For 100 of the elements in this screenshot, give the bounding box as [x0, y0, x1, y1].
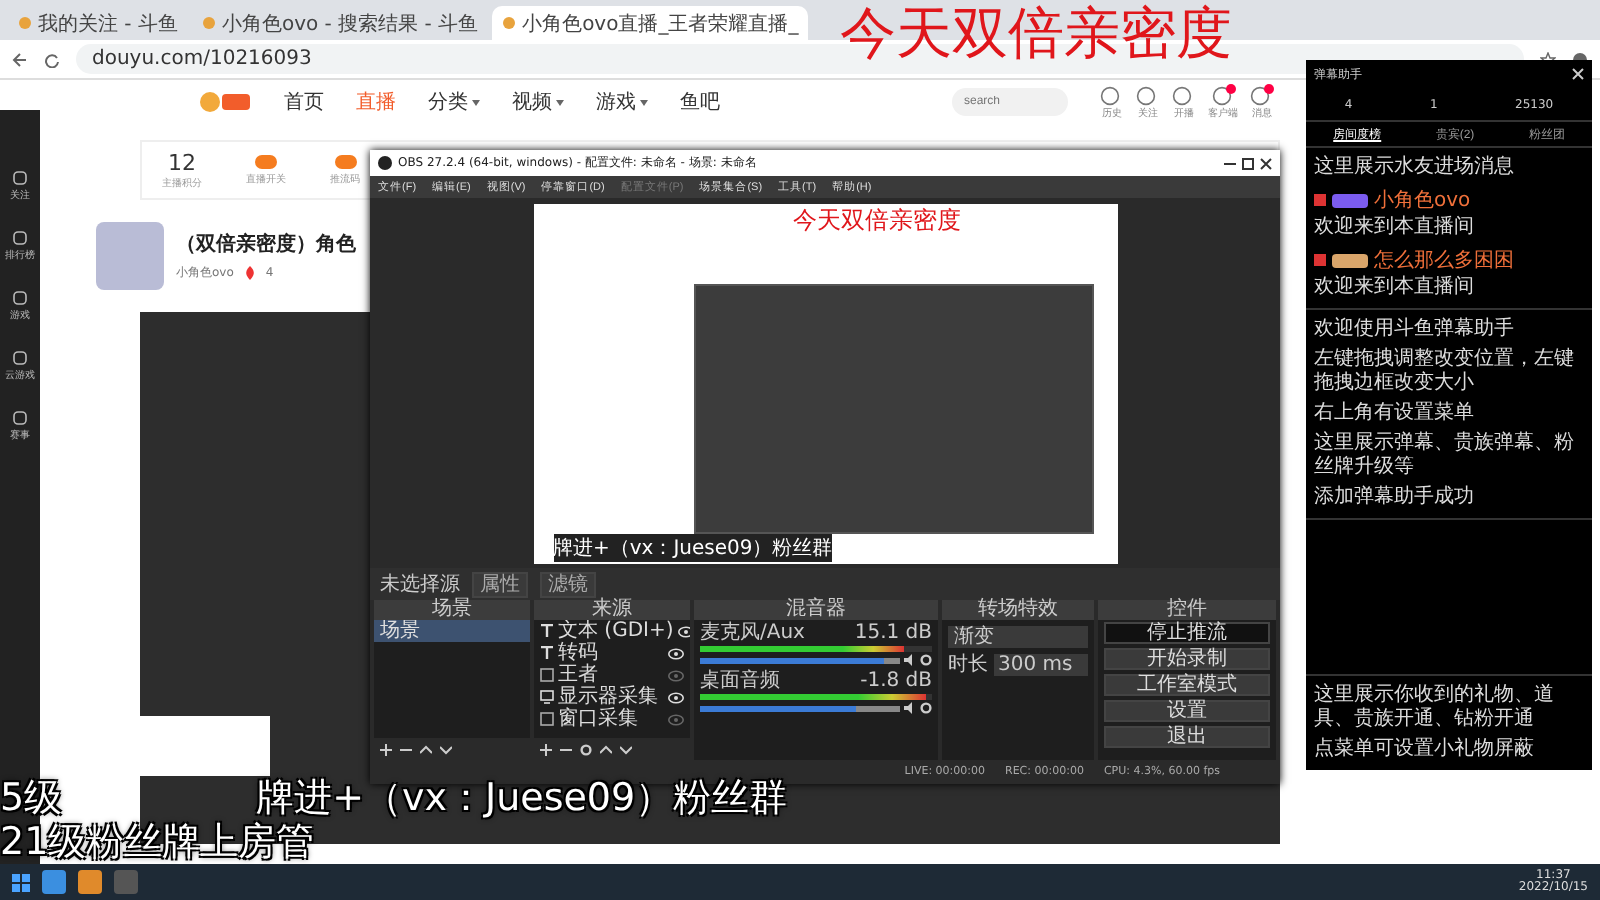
remove-icon: [560, 743, 572, 755]
nav-link[interactable]: 首页: [284, 88, 324, 116]
chat-line: 这里展示弹幕、贵族弹幕、粉丝牌升级等: [1314, 432, 1576, 480]
chat-line: 欢迎来到本直播间: [1314, 216, 1474, 240]
settings-icon: [580, 743, 592, 755]
browser-tab[interactable]: 我的关注 - 斗鱼: [8, 6, 188, 40]
add-icon: [540, 743, 552, 755]
close-icon: [1260, 157, 1272, 169]
control-button[interactable]: 停止推流: [1104, 622, 1270, 644]
chat-line: 点菜单可设置小礼物屏蔽: [1314, 738, 1536, 762]
reload-icon: [44, 51, 60, 67]
preview-title: 今天双倍亲密度: [793, 204, 961, 238]
windows-icon: [12, 873, 30, 891]
maximize-icon: [1242, 157, 1254, 169]
channel-reading: 15.1 dB: [854, 622, 932, 644]
source-item[interactable]: 窗口采集: [558, 708, 664, 730]
sidebar-icon: [12, 290, 28, 306]
logo-icon: [200, 90, 252, 114]
eye-closed-icon[interactable]: [668, 713, 684, 725]
chat-line: 右上角有设置菜单: [1314, 402, 1476, 426]
control-button[interactable]: 退出: [1104, 726, 1270, 748]
duration-field[interactable]: 300 ms: [994, 654, 1088, 676]
chat-line: 添加弹幕助手成功: [1314, 486, 1476, 510]
app-icon: [378, 156, 392, 170]
control-button[interactable]: 设置: [1104, 700, 1270, 722]
add-icon: [380, 743, 392, 755]
chat-line: 这里展示你收到的礼物、道具、贵族开通、钻粉开通: [1314, 684, 1556, 732]
eye-closed-icon[interactable]: [668, 669, 684, 681]
nav-link[interactable]: 鱼吧: [680, 88, 720, 116]
avatar-placeholder: [96, 222, 164, 290]
chat-line: 欢迎使用斗鱼弹幕助手: [1314, 318, 1516, 342]
monitor-icon: [540, 690, 554, 704]
dock-header: 场景: [374, 600, 530, 620]
overlay-caption: 牌进+（vx：Juese09）粉丝群: [256, 776, 788, 820]
browser-tab[interactable]: 小角色ovo直播_王者荣耀直播_: [492, 6, 809, 40]
chat-line: 左键拖拽调整改变位置，左键拖拽边框改变大小: [1314, 348, 1576, 396]
control-button[interactable]: 工作室模式: [1104, 674, 1270, 696]
back-icon: [12, 51, 28, 67]
dock-header: 来源: [534, 600, 690, 620]
browser-tab[interactable]: 小角色ovo - 搜索结果 - 斗鱼: [191, 6, 489, 40]
transition-select[interactable]: 渐变: [948, 626, 1088, 648]
up-icon: [420, 743, 432, 755]
nav-link[interactable]: 游戏: [596, 88, 648, 116]
page-icon: [18, 16, 32, 30]
sidebar-icon: [12, 410, 28, 426]
window-icon: [540, 712, 554, 726]
sidebar-icon: [12, 230, 28, 246]
settings-icon: [920, 654, 932, 666]
room-icon: [1314, 254, 1326, 266]
up-icon: [600, 743, 612, 755]
settings-icon: [920, 702, 932, 714]
source-item[interactable]: 王者: [558, 664, 664, 686]
control-button[interactable]: 开始录制: [1104, 648, 1270, 670]
chat-user[interactable]: 怎么那么多困困: [1374, 246, 1514, 274]
caret-icon: [640, 99, 648, 105]
dock-header: 转场特效: [942, 600, 1094, 620]
eye-icon[interactable]: [677, 625, 690, 637]
no-source-label: 未选择源: [380, 573, 460, 595]
source-item[interactable]: 转码: [558, 642, 664, 664]
eye-icon[interactable]: [668, 691, 684, 703]
tool-icon: [333, 154, 357, 170]
window-icon: [540, 668, 554, 682]
text-icon: [540, 624, 554, 638]
room-icon: [1314, 194, 1326, 206]
volume-slider[interactable]: [700, 705, 900, 711]
caret-icon: [472, 99, 480, 105]
caret-icon: [556, 99, 564, 105]
page-icon: [201, 16, 216, 30]
chat-line: 欢迎来到本直播间: [1314, 276, 1474, 300]
source-button[interactable]: 滤镜: [540, 571, 596, 597]
nav-link[interactable]: 视频: [512, 88, 564, 116]
nav-link[interactable]: 分类: [428, 88, 480, 116]
duration-label: 时长: [948, 654, 988, 676]
sidebar-icon: [12, 350, 28, 366]
header-icon[interactable]: [1136, 84, 1160, 106]
chat-user[interactable]: 小角色ovo: [1374, 186, 1471, 214]
badged-icon[interactable]: [1250, 84, 1274, 106]
text-icon: [540, 646, 554, 660]
badged-icon[interactable]: [1211, 84, 1235, 106]
tool-icon: [254, 154, 278, 170]
chat-line: 这里展示水友进场消息: [1314, 156, 1516, 180]
dock-header: 控件: [1098, 600, 1276, 620]
source-button[interactable]: 属性: [472, 571, 528, 597]
scene-item[interactable]: 场景: [374, 620, 530, 642]
down-icon: [620, 743, 632, 755]
header-icon[interactable]: [1100, 84, 1124, 106]
sidebar-icon: [12, 170, 28, 186]
source-item[interactable]: 显示器采集: [558, 686, 664, 708]
preview-caption: 牌进+（vx：Juese09）粉丝群: [553, 534, 833, 562]
flame-icon: [243, 266, 256, 280]
header-icon[interactable]: [1172, 84, 1196, 106]
stream-title: （双倍亲密度）角色: [176, 230, 356, 258]
channel-reading: -1.8 dB: [860, 670, 932, 692]
close-icon: [1572, 68, 1584, 80]
down-icon: [440, 743, 452, 755]
page-icon: [502, 16, 517, 30]
channel-name: 麦克风/Aux: [700, 622, 805, 644]
minimize-icon: [1224, 157, 1236, 169]
remove-icon: [400, 743, 412, 755]
eye-icon[interactable]: [668, 647, 684, 659]
